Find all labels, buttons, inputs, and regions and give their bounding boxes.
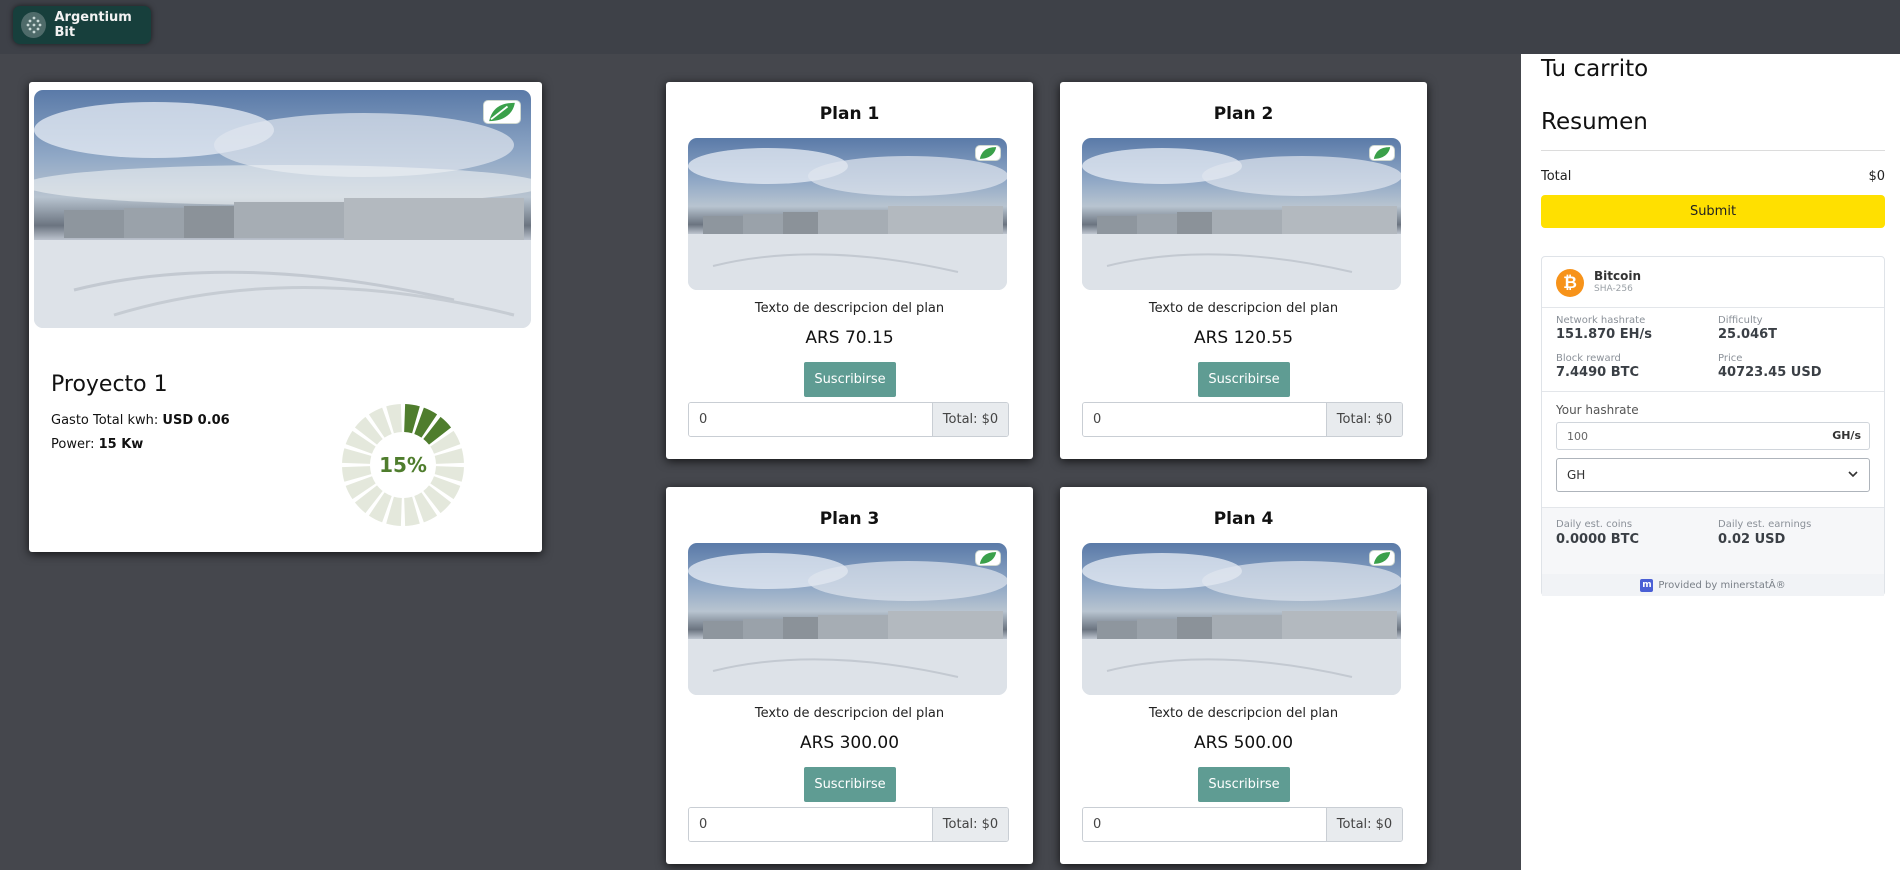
plan-title: Plan 2 xyxy=(1213,104,1274,124)
project-title: Proyecto 1 xyxy=(51,372,168,397)
eco-badge xyxy=(1369,145,1395,161)
total-label: Total xyxy=(1541,169,1572,184)
divider xyxy=(1542,391,1884,392)
leaf-icon xyxy=(979,147,997,159)
project-card: Proyecto 1 Gasto Total kwh: USD 0.06 Pow… xyxy=(29,82,542,552)
unit-select[interactable]: GH xyxy=(1556,458,1870,492)
subscribe-button[interactable]: Suscribirse xyxy=(1198,362,1290,397)
eco-badge xyxy=(975,145,1001,161)
network-hashrate-label: Network hashrate xyxy=(1556,315,1646,326)
network-hashrate-value: 151.870 EH/s xyxy=(1556,327,1652,342)
eco-badge xyxy=(483,100,521,124)
minerstat-icon: m xyxy=(1640,578,1654,592)
quantity-group: Total: $0 xyxy=(1082,402,1403,437)
block-reward-value: 7.4490 BTC xyxy=(1556,365,1640,380)
daily-earnings-label: Daily est. earnings xyxy=(1718,519,1812,530)
plan-card: Plan 4 Texto de descripcion del plan ARS… xyxy=(1060,487,1427,864)
hashrate-input[interactable] xyxy=(1557,423,1807,449)
plan-description: Texto de descripcion del plan xyxy=(1148,706,1339,721)
coin-algorithm: SHA-256 xyxy=(1594,284,1633,294)
subscribe-button[interactable]: Suscribirse xyxy=(1198,767,1290,802)
quantity-group: Total: $0 xyxy=(1082,807,1403,842)
quantity-group: Total: $0 xyxy=(688,402,1009,437)
eco-badge xyxy=(975,550,1001,566)
daily-estimates: Daily est. coins 0.0000 BTC Daily est. e… xyxy=(1542,507,1884,574)
leaf-icon xyxy=(1373,552,1391,564)
plan-card: Plan 3 Texto de descripcion del plan ARS… xyxy=(666,487,1033,864)
progress-percent-label: 15% xyxy=(379,453,427,477)
plan-price: ARS 120.55 xyxy=(1193,328,1294,348)
subscribe-button[interactable]: Suscribirse xyxy=(804,767,896,802)
plan-price: ARS 70.15 xyxy=(805,328,894,348)
submit-button[interactable]: Submit xyxy=(1541,195,1885,228)
kwh-row: Gasto Total kwh: USD 0.06 xyxy=(51,413,230,428)
plan-total: Total: $0 xyxy=(932,403,1008,436)
block-reward-label: Block reward xyxy=(1556,353,1621,364)
plan-total: Total: $0 xyxy=(1326,808,1402,841)
plan-title: Plan 4 xyxy=(1213,509,1274,529)
price-value: 40723.45 USD xyxy=(1718,365,1822,380)
plan-image xyxy=(1082,138,1401,290)
plan-price: ARS 300.00 xyxy=(799,733,900,753)
quantity-input[interactable] xyxy=(689,403,932,436)
price-label: Price xyxy=(1718,353,1743,364)
plan-title: Plan 3 xyxy=(819,509,880,529)
quantity-group: Total: $0 xyxy=(688,807,1009,842)
daily-earnings-value: 0.02 USD xyxy=(1718,532,1786,547)
summary-title: Resumen xyxy=(1541,109,1648,135)
cart-title: Tu carrito xyxy=(1541,56,1649,82)
hashrate-field: GH/s xyxy=(1556,422,1870,450)
difficulty-label: Difficulty xyxy=(1718,315,1763,326)
plan-image xyxy=(688,138,1007,290)
progress-donut: 15% xyxy=(342,404,464,526)
provider-credit[interactable]: m Provided by minerstatÂ® xyxy=(1542,574,1884,596)
logo-mark-icon xyxy=(21,12,46,38)
plan-card: Plan 1 Texto de descripcion del plan ARS… xyxy=(666,82,1033,459)
kwh-label: Gasto Total kwh: xyxy=(51,413,159,428)
difficulty-value: 25.046T xyxy=(1718,327,1778,342)
top-navbar: Argentium Bit xyxy=(0,0,1900,54)
total-value: $0 xyxy=(1868,169,1885,184)
coin-header: ₿ Bitcoin SHA-256 xyxy=(1542,257,1884,308)
daily-coins-value: 0.0000 BTC xyxy=(1556,532,1640,547)
kwh-value: USD 0.06 xyxy=(162,413,230,428)
bitcoin-icon: ₿ xyxy=(1556,269,1584,297)
plan-description: Texto de descripcion del plan xyxy=(754,706,945,721)
plan-description: Texto de descripcion del plan xyxy=(754,301,945,316)
chevron-down-icon xyxy=(1848,471,1858,478)
plan-image xyxy=(1082,543,1401,695)
project-image xyxy=(34,90,531,328)
provider-text: Provided by minerstatÂ® xyxy=(1658,579,1786,591)
daily-coins-label: Daily est. coins xyxy=(1556,519,1633,530)
power-label: Power: xyxy=(51,437,95,452)
brand-name: Argentium Bit xyxy=(54,10,132,40)
hashrate-unit: GH/s xyxy=(1832,429,1861,442)
coin-name: Bitcoin xyxy=(1594,269,1642,283)
quantity-input[interactable] xyxy=(1083,403,1326,436)
mining-calculator-widget: ₿ Bitcoin SHA-256 Network hashrate 151.8… xyxy=(1541,256,1885,596)
plan-description: Texto de descripcion del plan xyxy=(1148,301,1339,316)
power-row: Power: 15 Kw xyxy=(51,437,143,452)
divider xyxy=(1541,150,1885,151)
leaf-icon xyxy=(489,102,515,122)
subscribe-button[interactable]: Suscribirse xyxy=(804,362,896,397)
plan-title: Plan 1 xyxy=(819,104,880,124)
unit-select-value: GH xyxy=(1567,468,1586,482)
power-value: 15 Kw xyxy=(98,437,144,452)
quantity-input[interactable] xyxy=(1083,808,1326,841)
eco-badge xyxy=(1369,550,1395,566)
cart-panel: Tu carrito Resumen Total $0 Submit ₿ Bit… xyxy=(1521,54,1900,870)
plan-total: Total: $0 xyxy=(1326,403,1402,436)
plan-total: Total: $0 xyxy=(932,808,1008,841)
plan-price: ARS 500.00 xyxy=(1193,733,1294,753)
quantity-input[interactable] xyxy=(689,808,932,841)
leaf-icon xyxy=(979,552,997,564)
your-hashrate-label: Your hashrate xyxy=(1556,403,1639,417)
plan-card: Plan 2 Texto de descripcion del plan ARS… xyxy=(1060,82,1427,459)
brand-logo[interactable]: Argentium Bit xyxy=(13,6,151,44)
leaf-icon xyxy=(1373,147,1391,159)
plan-image xyxy=(688,543,1007,695)
